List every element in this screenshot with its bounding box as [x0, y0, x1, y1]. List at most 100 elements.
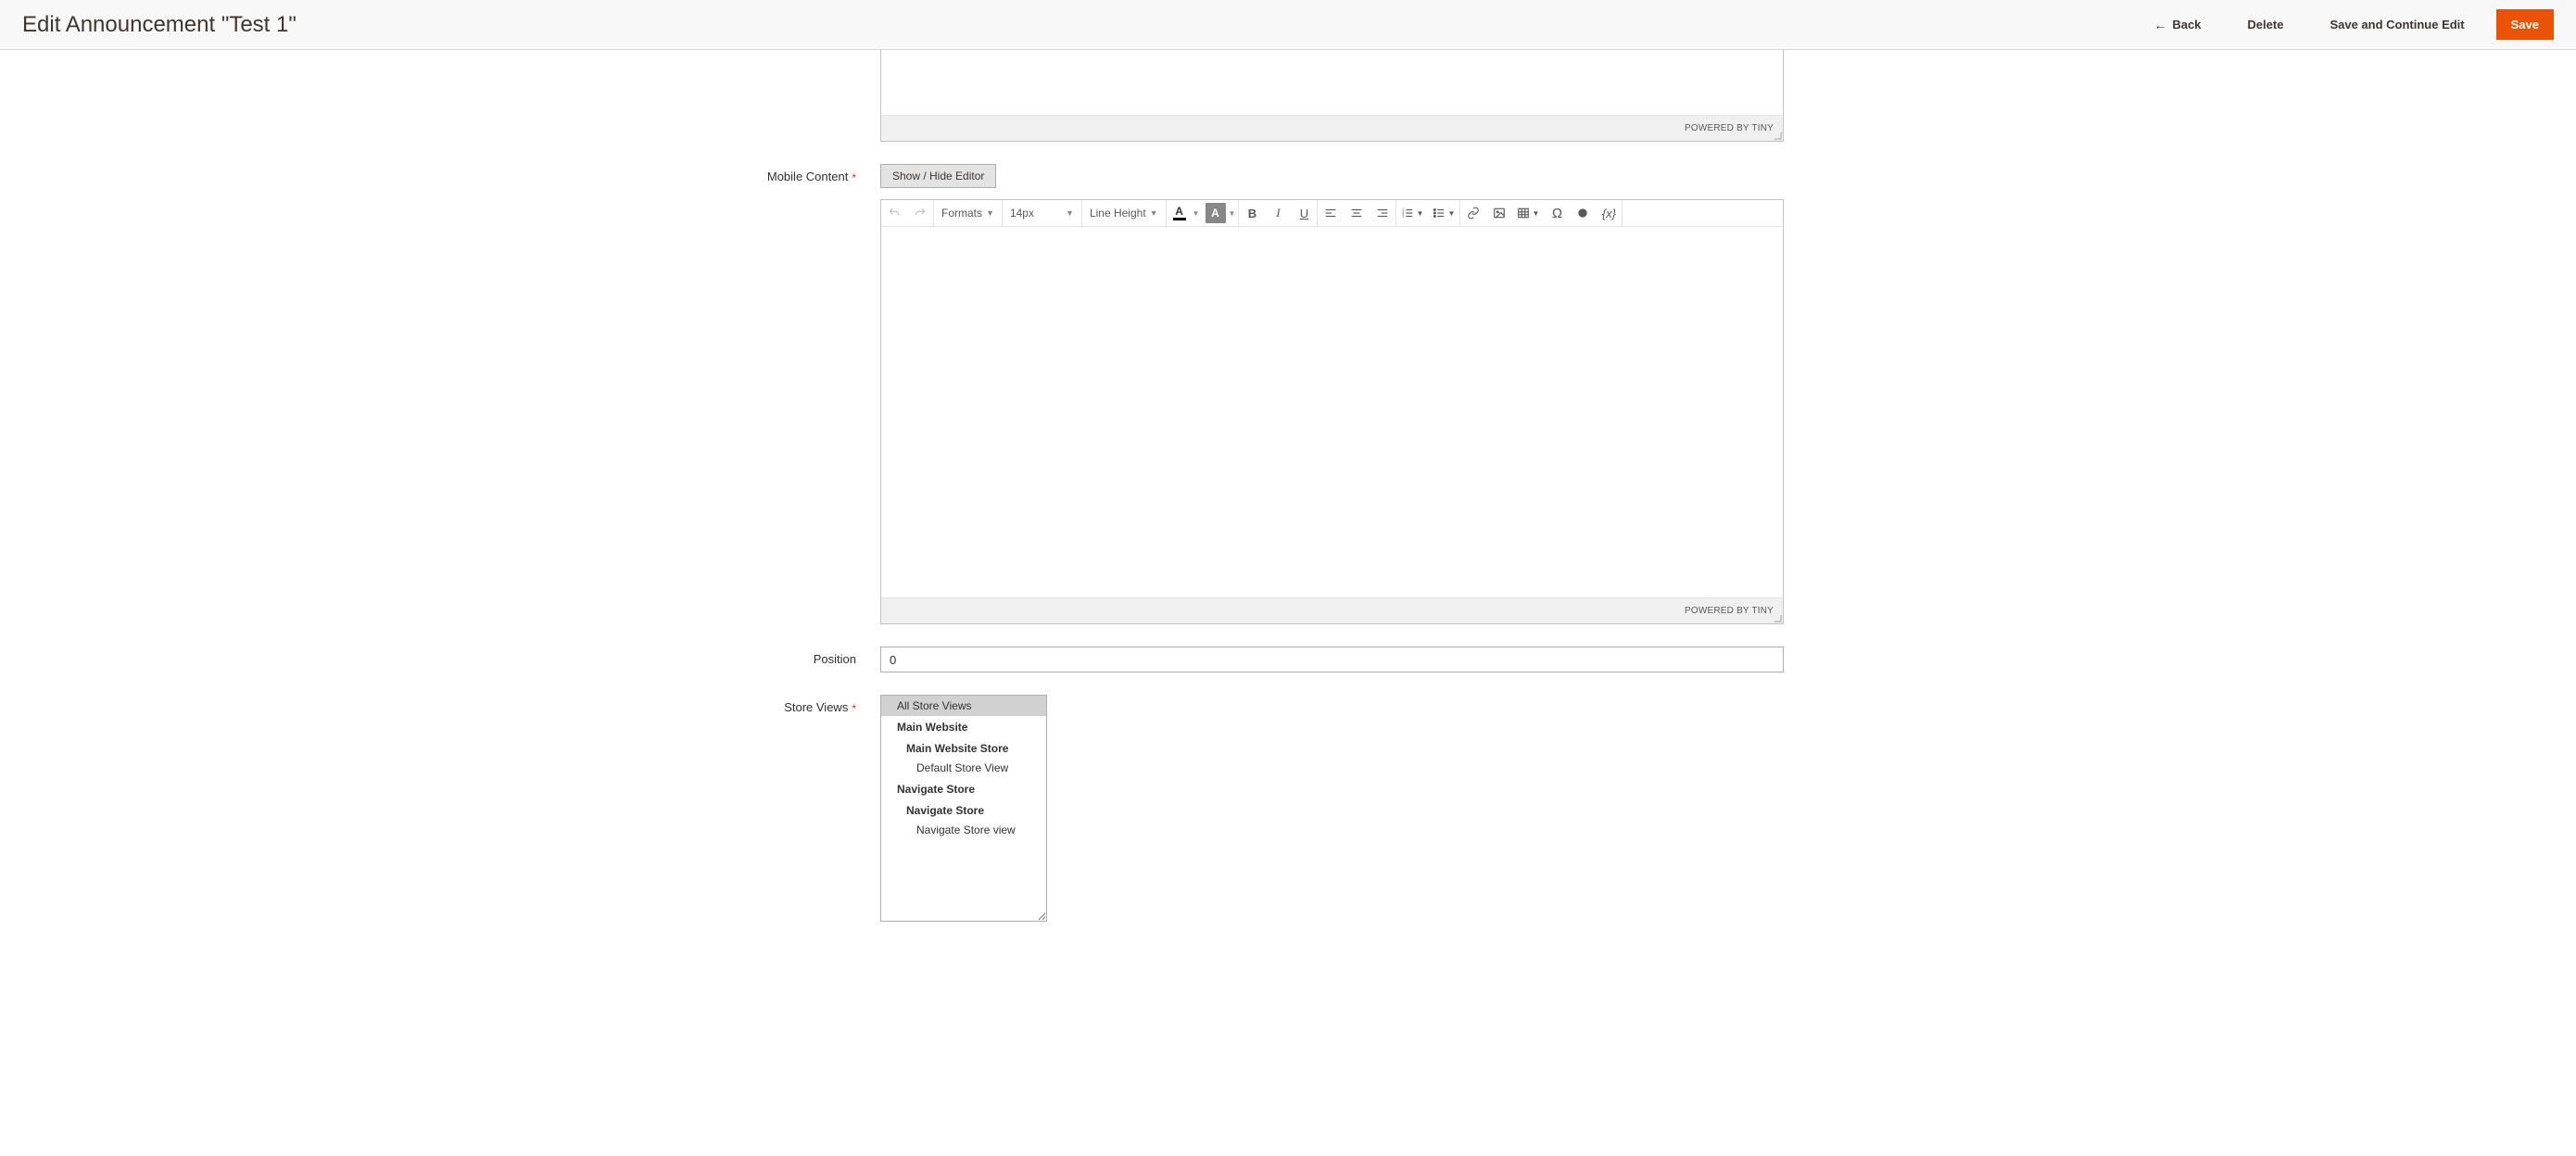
bold-icon: B — [1248, 207, 1256, 220]
caret-down-icon: ▼ — [1066, 208, 1074, 218]
caret-down-icon: ▼ — [1447, 209, 1455, 218]
prev-editor-body[interactable] — [881, 50, 1783, 115]
store-views-control: All Store ViewsMain WebsiteMain Website … — [880, 695, 1784, 922]
store-view-option[interactable]: Default Store View — [881, 759, 1046, 778]
numbered-list-icon: 123 — [1401, 207, 1414, 220]
fontsize-select-label: 14px — [1010, 207, 1034, 220]
align-center-button[interactable] — [1344, 200, 1370, 226]
save-button-label: Save — [2511, 18, 2539, 31]
align-left-button[interactable] — [1318, 200, 1344, 226]
position-row: Position — [37, 647, 2187, 672]
page-title: Edit Announcement "Test 1" — [22, 12, 297, 38]
store-views-row: Store Views All Store ViewsMain WebsiteM… — [37, 695, 2187, 922]
bg-color-icon: A — [1211, 207, 1219, 219]
store-view-option[interactable]: Navigate Store — [881, 778, 1046, 799]
save-continue-button[interactable]: Save and Continue Edit — [2315, 9, 2479, 40]
prev-editor-powered-by: POWERED BY TINY — [1685, 123, 1774, 133]
toolbar-insert-group: ▼ Ω {x} — [1460, 200, 1623, 226]
toolbar-lineheight-group: Line Height ▼ — [1082, 200, 1167, 226]
table-icon — [1517, 207, 1530, 220]
prev-editor-wrap: POWERED BY TINY — [880, 50, 1784, 142]
link-button[interactable] — [1460, 200, 1486, 226]
mobile-editor-wrap: Formats ▼ 14px ▼ Line Height ▼ — [880, 199, 1784, 624]
text-color-icon: A — [1175, 206, 1183, 217]
mobile-editor-footer: POWERED BY TINY — [881, 597, 1783, 623]
toolbar-color-group: A ▼ A ▼ — [1167, 200, 1240, 226]
store-view-option[interactable]: Main Website — [881, 716, 1046, 737]
text-color-button[interactable]: A ▼ — [1167, 203, 1203, 223]
image-icon — [1493, 207, 1506, 220]
redo-button[interactable] — [907, 200, 933, 226]
lineheight-select-label: Line Height — [1090, 207, 1146, 220]
link-icon — [1467, 207, 1480, 220]
italic-icon: I — [1276, 206, 1280, 220]
store-views-select[interactable]: All Store ViewsMain WebsiteMain Website … — [880, 695, 1047, 922]
toolbar-formats-group: Formats ▼ — [934, 200, 1003, 226]
omega-icon: Ω — [1552, 206, 1562, 221]
mobile-content-row: Mobile Content Show / Hide Editor — [37, 164, 2187, 624]
underline-button[interactable]: U — [1291, 200, 1317, 226]
store-views-label: Store Views — [37, 695, 880, 714]
special-char-button[interactable]: Ω — [1544, 200, 1570, 226]
caret-down-icon: ▼ — [1532, 209, 1539, 218]
align-right-button[interactable] — [1370, 200, 1395, 226]
header-actions: ← Back Delete Save and Continue Edit Sav… — [2139, 9, 2554, 41]
page-header: Edit Announcement "Test 1" ← Back Delete… — [0, 0, 2576, 50]
editor-toolbar: Formats ▼ 14px ▼ Line Height ▼ — [881, 200, 1783, 227]
resize-handle-icon[interactable] — [1773, 613, 1782, 622]
numbered-list-button[interactable]: 123 ▼ — [1396, 200, 1428, 226]
align-left-icon — [1324, 207, 1337, 220]
arrow-left-icon: ← — [2153, 18, 2166, 32]
align-center-icon — [1350, 207, 1363, 220]
back-button-label: Back — [2172, 18, 2201, 31]
toolbar-align-group — [1318, 200, 1396, 226]
formats-select[interactable]: Formats ▼ — [934, 200, 1002, 226]
prev-editor-label-spacer — [37, 50, 880, 56]
underline-icon: U — [1300, 207, 1308, 220]
position-label: Position — [37, 647, 880, 666]
resize-handle-icon[interactable] — [1773, 131, 1782, 140]
prev-editor-footer: POWERED BY TINY — [881, 115, 1783, 141]
position-input[interactable] — [880, 647, 1784, 672]
store-view-option[interactable]: All Store Views — [881, 696, 1046, 716]
form-section: POWERED BY TINY Mobile Content Show / Hi… — [0, 50, 2224, 959]
store-view-option[interactable]: Navigate Store — [881, 799, 1046, 821]
undo-button[interactable] — [881, 200, 907, 226]
align-right-icon — [1376, 207, 1389, 220]
italic-button[interactable]: I — [1265, 200, 1291, 226]
back-button[interactable]: ← Back — [2139, 9, 2216, 41]
show-hide-editor-button[interactable]: Show / Hide Editor — [880, 164, 996, 188]
variable-icon: {x} — [1602, 207, 1616, 220]
mobile-content-control: Show / Hide Editor Formats ▼ — [880, 164, 1784, 624]
mobile-content-label: Mobile Content — [37, 164, 880, 183]
image-button[interactable] — [1486, 200, 1512, 226]
delete-button-label: Delete — [2247, 18, 2283, 31]
bg-color-button[interactable]: A ▼ — [1203, 203, 1239, 223]
variable-button[interactable]: {x} — [1596, 200, 1622, 226]
toolbar-history-group — [881, 200, 934, 226]
bold-button[interactable]: B — [1239, 200, 1265, 226]
svg-text:3: 3 — [1403, 214, 1406, 219]
delete-button[interactable]: Delete — [2232, 9, 2298, 40]
store-view-option[interactable]: Navigate Store view — [881, 821, 1046, 840]
fontsize-select[interactable]: 14px ▼ — [1003, 200, 1081, 226]
content-area: POWERED BY TINY Mobile Content Show / Hi… — [0, 0, 2576, 959]
widget-icon — [1576, 207, 1589, 220]
prev-editor-row: POWERED BY TINY — [37, 50, 2187, 142]
bullet-list-button[interactable]: ▼ — [1428, 200, 1459, 226]
caret-down-icon: ▼ — [1193, 209, 1200, 218]
store-view-option[interactable]: Main Website Store — [881, 737, 1046, 759]
undo-icon — [888, 207, 901, 220]
toolbar-fontsize-group: 14px ▼ — [1003, 200, 1082, 226]
lineheight-select[interactable]: Line Height ▼ — [1082, 200, 1166, 226]
caret-down-icon: ▼ — [1416, 209, 1423, 218]
widget-button[interactable] — [1570, 200, 1596, 226]
bullet-list-icon — [1433, 207, 1446, 220]
redo-icon — [914, 207, 927, 220]
formats-select-label: Formats — [941, 207, 982, 220]
table-button[interactable]: ▼ — [1512, 200, 1544, 226]
save-continue-button-label: Save and Continue Edit — [2330, 18, 2464, 31]
save-button[interactable]: Save — [2496, 9, 2554, 40]
caret-down-icon: ▼ — [986, 208, 994, 218]
mobile-editor-body[interactable] — [881, 227, 1783, 597]
